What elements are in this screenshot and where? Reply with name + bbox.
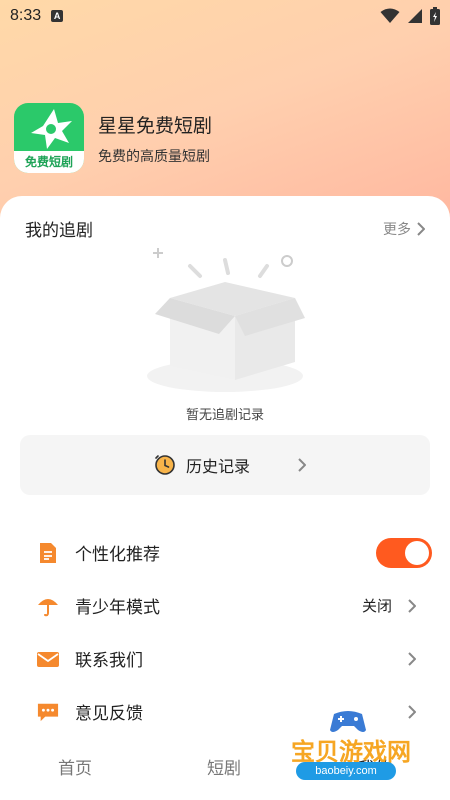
section-title: 我的追剧: [25, 221, 93, 241]
empty-box-illustration: [147, 248, 305, 392]
chevron-right-icon: [408, 598, 416, 613]
battery-icon: [430, 7, 440, 25]
app-logo: 免费短剧: [14, 103, 84, 173]
more-link[interactable]: 更多: [383, 219, 425, 239]
tab-home[interactable]: 首页: [58, 754, 92, 779]
empty-text: 暂无追剧记录: [185, 408, 264, 423]
more-label: 更多: [383, 221, 411, 238]
menu-label: 青少年模式: [75, 598, 160, 618]
app-title: 星星免费短剧: [98, 114, 213, 137]
watermark: 宝贝游戏网 baobeiy.com: [276, 700, 426, 800]
logo-text: 免费短剧: [24, 155, 73, 169]
menu-label: 个性化推荐: [75, 545, 160, 565]
menu-item-teen-mode[interactable]: 青少年模式 关闭: [0, 579, 450, 632]
toggle-knob: [405, 540, 429, 565]
notification-a-icon: A: [51, 10, 64, 22]
chevron-right-icon: [298, 458, 306, 472]
history-label: 历史记录: [185, 457, 250, 476]
watermark-url: baobeiy.com: [296, 762, 396, 780]
menu-label: 意见反馈: [75, 704, 143, 724]
teen-mode-status: 关闭: [361, 597, 392, 615]
wifi-icon: [380, 8, 400, 23]
history-button[interactable]: 历史记录: [20, 435, 430, 495]
app-header: 免费短剧 星星免费短剧 免费的高质量短剧: [14, 103, 212, 173]
menu-label: 联系我们: [75, 651, 143, 671]
chevron-right-icon: [408, 651, 416, 666]
app-subtitle: 免费的高质量短剧: [98, 148, 210, 165]
menu-item-recommendation[interactable]: 个性化推荐: [0, 526, 450, 579]
menu-item-contact[interactable]: 联系我们: [0, 632, 450, 685]
umbrella-icon: [37, 595, 59, 617]
chevron-right-icon: [417, 221, 425, 236]
tab-shorts[interactable]: 短剧: [207, 754, 241, 779]
status-bar: 8:33 A: [0, 0, 450, 32]
status-time: 8:33: [10, 7, 42, 24]
clock-icon: [155, 455, 175, 475]
mail-icon: [37, 648, 59, 670]
document-icon: [37, 542, 59, 564]
signal-icon: [408, 9, 422, 23]
chat-icon: [37, 701, 59, 723]
recommendation-toggle[interactable]: [376, 537, 432, 568]
